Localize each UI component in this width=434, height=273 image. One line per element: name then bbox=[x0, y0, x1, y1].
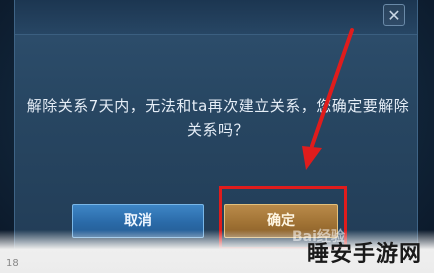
corner-watermark: 18 bbox=[6, 258, 19, 269]
site-watermark: 睡安手游网 bbox=[306, 242, 422, 267]
